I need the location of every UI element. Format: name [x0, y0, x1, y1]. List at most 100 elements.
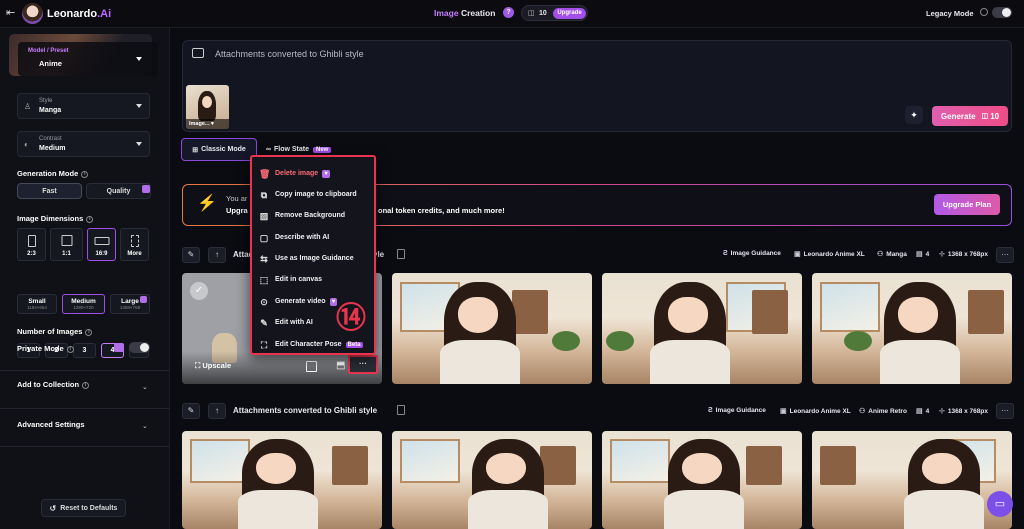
copy-icon: ⧉	[260, 189, 268, 200]
image-more-button[interactable]: ···	[348, 355, 378, 374]
contrast-icon: ◐	[24, 140, 29, 149]
token-icon: ◫	[981, 113, 989, 120]
generated-image-2[interactable]	[392, 273, 592, 384]
more-options-button[interactable]: ···	[996, 403, 1014, 419]
generate-button[interactable]: Generate ◫ 10	[932, 106, 1008, 126]
remix-icon[interactable]: ✎	[182, 403, 200, 419]
menu-delete-image[interactable]: 🗑 Delete image ♥	[259, 163, 369, 184]
model-preset-dropdown[interactable]: Model / Preset Anime	[9, 34, 158, 76]
style-icon: ⚇	[877, 251, 884, 258]
classic-mode-tab[interactable]: ⊞ Classic Mode	[181, 138, 257, 161]
token-counter: ◫ 10 Upgrade	[521, 5, 588, 21]
prompt-text[interactable]: Attachments converted to Ghibli style	[215, 49, 364, 59]
chip-style: ⚇ Anime Retro	[859, 407, 907, 416]
generated-image-5[interactable]	[182, 431, 382, 529]
select-checkbox-icon[interactable]: ✓	[190, 282, 208, 300]
banner-line-2: Upgra	[226, 206, 248, 215]
reset-to-defaults-button[interactable]: ↺ Reset to Defaults	[41, 499, 126, 517]
chevron-down-icon: ⌄	[142, 384, 148, 391]
size-medium[interactable]: Medium 1280×720	[62, 294, 105, 314]
reset-icon: ↺	[49, 503, 57, 513]
resolution-icon: ⊹	[939, 408, 945, 415]
canvas-icon[interactable]	[306, 361, 317, 372]
remix-icon[interactable]: ✎	[182, 247, 200, 263]
fast-mode-button[interactable]: Fast	[17, 183, 82, 199]
chip-resolution: ⊹ 1368 x 768px	[939, 250, 988, 259]
menu-edit-in-canvas[interactable]: ⬚ Edit in canvas	[259, 269, 369, 290]
add-to-collection-section[interactable]: Add to Collection i	[17, 380, 90, 389]
attachment-thumbnail[interactable]: Image... ▾	[186, 85, 229, 129]
magic-enhance-icon[interactable]: ✦	[905, 106, 923, 124]
reuse-prompt-icon[interactable]: ↑	[208, 403, 226, 419]
info-icon: i	[81, 170, 89, 178]
generated-image-3[interactable]	[602, 273, 802, 384]
premium-badge-icon	[140, 296, 147, 303]
edit-ai-icon: ✎	[260, 317, 268, 328]
info-icon: i	[86, 215, 94, 223]
chip-style: ⚇ Manga	[877, 250, 907, 259]
generation-title: Attachments converted to Ghibli style	[233, 406, 378, 415]
crop-icon[interactable]: ⬒	[336, 360, 345, 371]
images-icon: ▤	[916, 408, 923, 415]
reuse-prompt-icon[interactable]: ↑	[208, 247, 226, 263]
new-badge: New	[313, 146, 332, 153]
premium-badge-icon	[114, 343, 124, 352]
premium-badge-icon	[142, 185, 150, 193]
generated-image-8[interactable]	[812, 431, 1012, 529]
generated-image-7[interactable]	[602, 431, 802, 529]
chip-count: ▤ 4	[916, 407, 930, 416]
dimension-1-1[interactable]: 1:1	[50, 228, 83, 261]
page-title: Image Creation	[434, 8, 496, 18]
copy-icon[interactable]	[397, 405, 405, 415]
chevron-down-icon: ⌄	[142, 423, 148, 430]
chevron-down-icon	[136, 104, 142, 108]
style-dropdown[interactable]: ♙ Style Manga	[17, 93, 150, 119]
menu-edit-character-pose[interactable]: ⛶ Edit Character Pose Beta	[259, 334, 369, 355]
size-large[interactable]: Large 1368×768	[110, 294, 150, 314]
generated-image-4[interactable]	[812, 273, 1012, 384]
menu-describe-with-ai[interactable]: ▢ Describe with AI	[259, 227, 369, 248]
generated-image-6[interactable]	[392, 431, 592, 529]
image-dimensions-heading: Image Dimensions i	[17, 214, 94, 223]
prompt-box[interactable]: Attachments converted to Ghibli style Im…	[182, 40, 1012, 132]
leonardo-logo-icon	[22, 3, 43, 24]
more-options-button[interactable]: ···	[996, 247, 1014, 263]
banner-line-1: You ar	[226, 194, 248, 203]
guidance-icon: ⇆	[260, 253, 268, 264]
pose-icon: ⛶	[260, 339, 268, 350]
trash-icon: 🗑	[259, 168, 271, 179]
style-icon: ♙	[24, 102, 32, 111]
count-3[interactable]: 3	[73, 343, 96, 358]
size-small[interactable]: Small 1184×664	[17, 294, 57, 314]
menu-use-as-image-guidance[interactable]: ⇆ Use as Image Guidance	[259, 248, 369, 269]
image-prompt-icon[interactable]	[192, 48, 204, 58]
advanced-settings-section[interactable]: Advanced Settings	[17, 420, 85, 429]
dimension-16-9[interactable]: 16:9	[87, 228, 116, 261]
number-of-images-heading: Number of Images i	[17, 327, 93, 336]
menu-copy-image[interactable]: ⧉ Copy image to clipboard	[259, 184, 369, 205]
private-mode-heading: Private Mode i	[17, 344, 74, 353]
chevron-down-icon	[136, 142, 142, 146]
quality-mode-button[interactable]: Quality	[86, 183, 151, 199]
attachment-label[interactable]: Image... ▾	[186, 119, 229, 129]
legacy-mode-toggle[interactable]	[992, 7, 1012, 18]
chat-support-icon[interactable]: ▭	[987, 491, 1013, 517]
classic-mode-icon: ⊞	[192, 146, 199, 154]
guidance-icon: Ƨ	[723, 250, 728, 257]
upgrade-button[interactable]: Upgrade	[553, 8, 586, 19]
images-icon: ▤	[916, 251, 923, 258]
help-icon[interactable]: ?	[503, 7, 514, 18]
chevron-down-icon	[136, 57, 142, 61]
upscale-button[interactable]: ⛶ Upscale	[195, 361, 231, 371]
back-arrow-icon[interactable]: ⇤	[6, 6, 15, 19]
top-bar: ⇤ Leonardo.Ai Image Creation ? ◫ 10 Upgr…	[0, 0, 1024, 28]
upgrade-plan-button[interactable]: Upgrade Plan	[934, 194, 1000, 215]
contrast-dropdown[interactable]: ◐ Contrast Medium	[17, 131, 150, 157]
copy-icon[interactable]	[397, 249, 405, 259]
info-icon: i	[66, 345, 74, 353]
dimension-2-3[interactable]: 2:3	[17, 228, 46, 261]
menu-remove-background[interactable]: ▨ Remove Background	[259, 205, 369, 226]
private-mode-toggle[interactable]	[129, 342, 150, 353]
dimension-more[interactable]: More	[120, 228, 149, 261]
generation-mode-heading: Generation Mode i	[17, 169, 89, 178]
